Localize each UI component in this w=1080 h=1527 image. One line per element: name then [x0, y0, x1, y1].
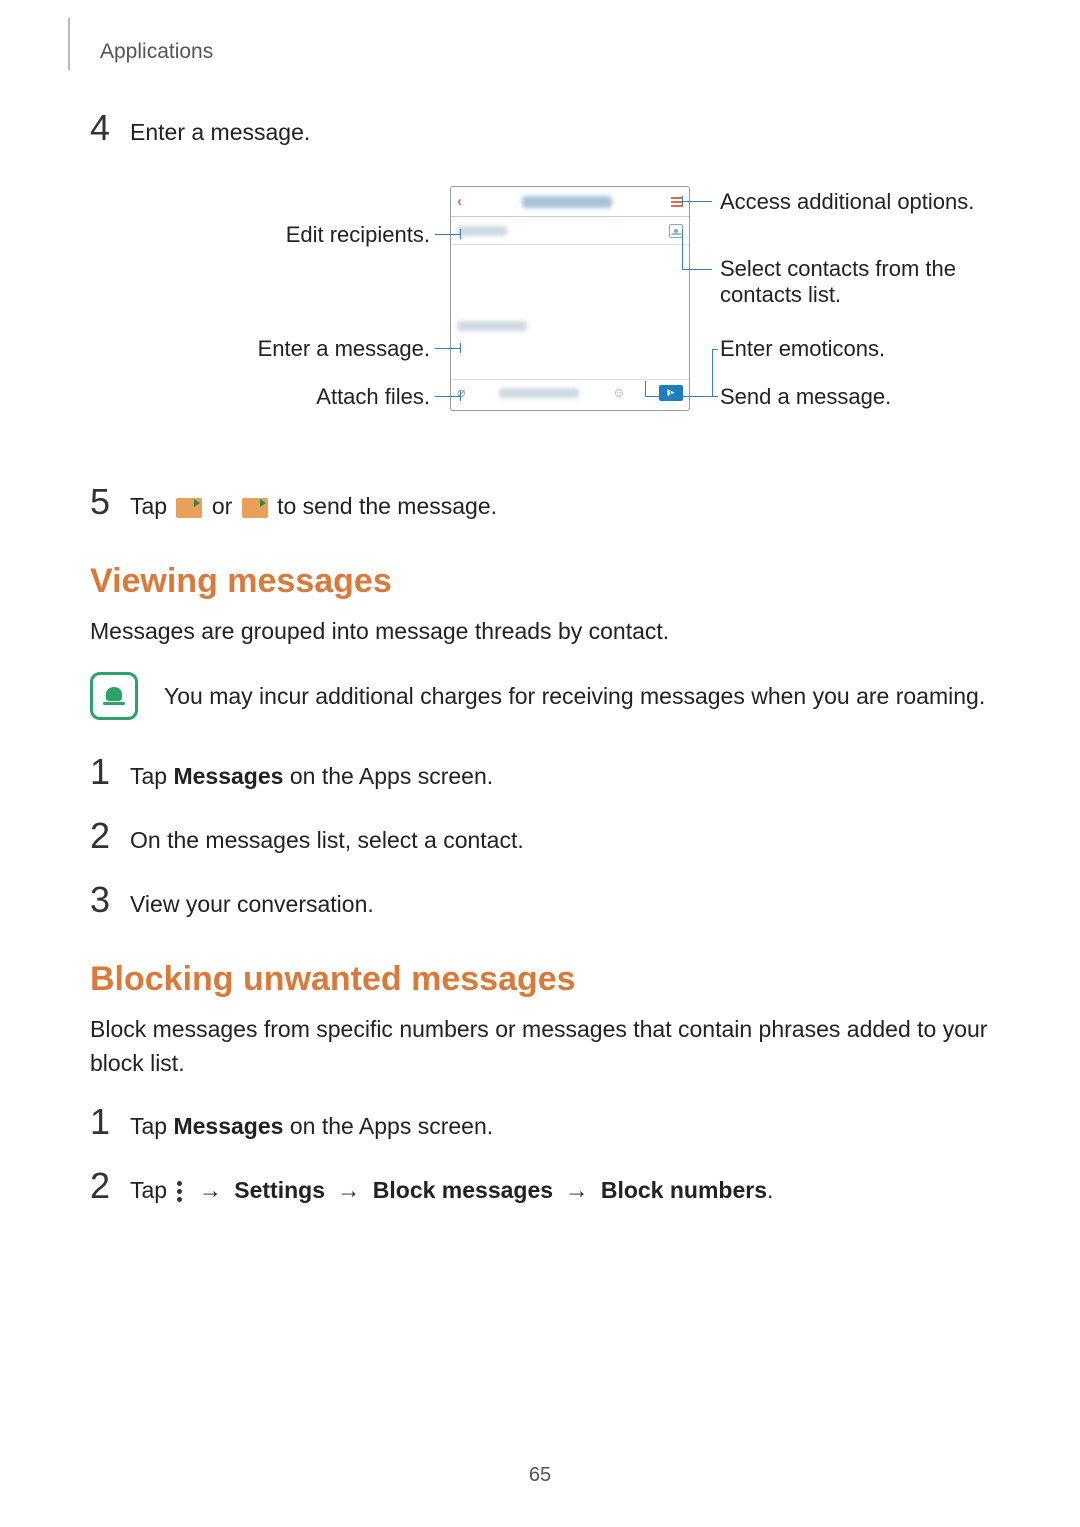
text-pre: Tap [130, 493, 173, 519]
viewing-step-3: 3 View your conversation. [90, 882, 990, 918]
recipient-placeholder [457, 226, 507, 236]
message-area [451, 245, 689, 380]
note-row: You may incur additional charges for rec… [90, 672, 990, 720]
phone-mockup: ‹ ⌀ ☺ ▶ [450, 186, 690, 411]
phone-header: ‹ [451, 187, 689, 217]
step-text: View your conversation. [130, 885, 374, 918]
step-number: 2 [90, 818, 130, 854]
emoticon-icon: ☺ [612, 385, 625, 400]
step-number: 4 [90, 110, 130, 146]
page-number: 65 [0, 1464, 1080, 1487]
blocking-step-2: 2 Tap → Settings → Block messages → Bloc… [90, 1168, 990, 1204]
callout-enter-emoticons: Enter emoticons. [720, 336, 885, 362]
text-pre: Tap [130, 763, 173, 789]
viewing-steps: 1 Tap Messages on the Apps screen. 2 On … [90, 754, 990, 918]
title-placeholder [522, 196, 612, 208]
step-text: On the messages list, select a contact. [130, 821, 524, 854]
input-placeholder [499, 388, 579, 398]
viewing-step-1: 1 Tap Messages on the Apps screen. [90, 754, 990, 790]
lead-line [712, 349, 718, 350]
step-text: Tap Messages on the Apps screen. [130, 1107, 493, 1140]
text-bold: Messages [173, 763, 283, 789]
text-bold: Messages [173, 1113, 283, 1139]
step-text: Tap → Settings → Block messages → Block … [130, 1171, 773, 1204]
step-4: 4 Enter a message. [90, 110, 990, 146]
lead-line [688, 396, 718, 397]
step-text: Enter a message. [130, 113, 310, 146]
lead-line [682, 201, 712, 202]
note-bell-icon [90, 672, 138, 720]
lead-line [435, 348, 460, 349]
callout-edit-recipients: Edit recipients. [90, 222, 430, 248]
nav-block-numbers: Block numbers [601, 1177, 767, 1203]
text-mid: or [212, 493, 239, 519]
nav-block-messages: Block messages [373, 1177, 553, 1203]
step-text: Tap Messages on the Apps screen. [130, 757, 493, 790]
lead-line [645, 381, 646, 396]
step-5: 5 Tap or to send the message. [90, 484, 990, 520]
lead-line [682, 229, 683, 269]
arrow: → [559, 1177, 600, 1203]
lead-tick [670, 391, 671, 401]
contacts-icon [669, 224, 683, 238]
callout-select-contacts: Select contacts from the contacts list. [720, 256, 956, 308]
text-post: to send the message. [277, 493, 497, 519]
text-post: on the Apps screen. [283, 1113, 493, 1139]
recipients-row [451, 217, 689, 245]
step-text: Tap or to send the message. [130, 487, 497, 520]
callout-attach-files: Attach files. [90, 384, 430, 410]
blocking-steps: 1 Tap Messages on the Apps screen. 2 Tap… [90, 1104, 990, 1204]
arrow: → [331, 1177, 372, 1203]
send-sim2-icon [242, 498, 268, 518]
lead-tick [672, 234, 682, 235]
send-sim1-icon [176, 498, 202, 518]
lead-line [682, 269, 712, 270]
input-row: ⌀ ☺ ▶ [451, 380, 689, 405]
diagram: ‹ ⌀ ☺ ▶ Edit recipients. Enter a message… [90, 186, 990, 436]
note-text: You may incur additional charges for rec… [164, 683, 985, 710]
more-options-icon [177, 1181, 182, 1202]
heading-blocking-messages: Blocking unwanted messages [90, 960, 990, 999]
header-rule [68, 18, 70, 70]
nav-settings: Settings [234, 1177, 325, 1203]
step-number: 5 [90, 484, 130, 520]
text-pre: Tap [130, 1113, 173, 1139]
callout-line2: contacts list. [720, 282, 841, 307]
attach-icon: ⌀ [457, 384, 465, 401]
text-pre: Tap [130, 1177, 173, 1203]
text-dot: . [767, 1177, 773, 1203]
message-placeholder [457, 321, 527, 331]
lead-tick [460, 343, 461, 353]
viewing-step-2: 2 On the messages list, select a contact… [90, 818, 990, 854]
lead-tick [460, 391, 461, 401]
step-number: 3 [90, 882, 130, 918]
blocking-intro: Block messages from specific numbers or … [90, 1013, 990, 1080]
callout-enter-message: Enter a message. [90, 336, 430, 362]
callout-additional-options: Access additional options. [720, 189, 974, 215]
blocking-step-1: 1 Tap Messages on the Apps screen. [90, 1104, 990, 1140]
callout-send-message: Send a message. [720, 384, 891, 410]
lead-tick [682, 196, 683, 206]
step-number: 1 [90, 1104, 130, 1140]
back-icon: ‹ [457, 193, 462, 210]
section-label: Applications [100, 40, 990, 64]
viewing-intro: Messages are grouped into message thread… [90, 615, 990, 648]
arrow: → [193, 1177, 234, 1203]
step-number: 1 [90, 754, 130, 790]
step-number: 2 [90, 1168, 130, 1204]
lead-line [435, 234, 460, 235]
callout-line1: Select contacts from the [720, 256, 956, 281]
lead-line [435, 396, 460, 397]
lead-line [712, 349, 713, 396]
text-post: on the Apps screen. [283, 763, 493, 789]
heading-viewing-messages: Viewing messages [90, 562, 990, 601]
lead-tick [460, 229, 461, 239]
